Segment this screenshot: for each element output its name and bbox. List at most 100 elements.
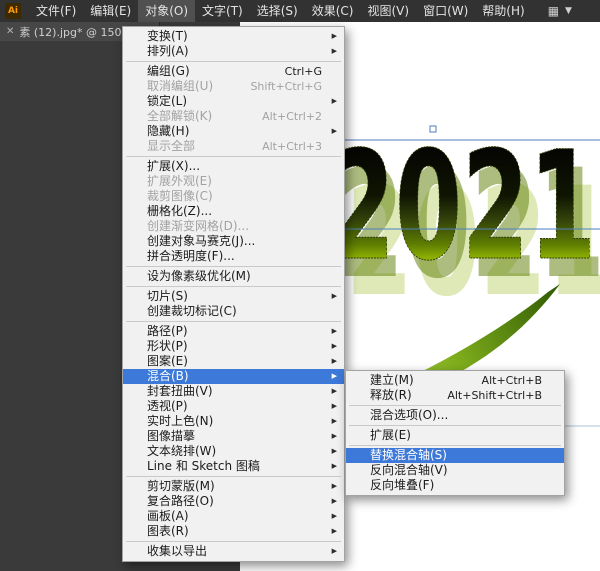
menu-item-shortcut: Alt+Shift+Ctrl+B <box>433 388 542 403</box>
menu-item-slice[interactable]: 切片(S)▶ <box>123 289 344 304</box>
menubar-item-file[interactable]: 文件(F) <box>29 0 83 22</box>
menu-item-lock[interactable]: 锁定(L) ▶ <box>123 94 344 109</box>
menu-item-arrange[interactable]: 排列(A)▶ <box>123 44 344 59</box>
menu-item-text-wrap[interactable]: 文本绕排(W)▶ <box>123 444 344 459</box>
submenu-arrow-icon: ▶ <box>332 479 337 494</box>
menu-separator <box>126 321 341 322</box>
menu-item-shortcut: Alt+Ctrl+2 <box>248 109 322 124</box>
menu-item-label: 替换混合轴(S) <box>370 448 447 463</box>
menu-separator <box>349 425 561 426</box>
menubar-item-select[interactable]: 选择(S) <box>250 0 305 22</box>
menubar-item-edit[interactable]: 编辑(E) <box>83 0 138 22</box>
submenu-arrow-icon: ▶ <box>332 124 337 139</box>
menu-item-label: 透视(P) <box>147 399 188 414</box>
submenu-arrow-icon: ▶ <box>332 324 337 339</box>
menu-item-graph[interactable]: 图表(R)▶ <box>123 524 344 539</box>
menu-item-label: 显示全部 <box>147 139 195 154</box>
menu-item-artboards[interactable]: 画板(A)▶ <box>123 509 344 524</box>
menu-item-line-sketch-art[interactable]: Line 和 Sketch 图稿▶ <box>123 459 344 474</box>
menu-item-shortcut: Ctrl+G <box>271 64 322 79</box>
menubar-item-type[interactable]: 文字(T) <box>195 0 250 22</box>
menu-item-shortcut: Alt+Ctrl+3 <box>248 139 322 154</box>
menu-separator <box>126 476 341 477</box>
menu-item-compound-path[interactable]: 复合路径(O) ▶ <box>123 494 344 509</box>
menubar-item-effect[interactable]: 效果(C) <box>305 0 361 22</box>
menu-item-label: 形状(P) <box>147 339 188 354</box>
menu-item-reverse-spine[interactable]: 反向混合轴(V) <box>346 463 564 478</box>
illustrator-logo-icon: Ai <box>5 3 21 19</box>
menu-separator <box>126 61 341 62</box>
artwork-number-2021: 2021 <box>328 120 596 294</box>
menu-item-make-pixel-perfect[interactable]: 设为像素级优化(M) <box>123 269 344 284</box>
menu-item-shortcut: Alt+Ctrl+B <box>468 373 542 388</box>
menu-item-label: 创建裁切标记(C) <box>147 304 237 319</box>
menu-item-label: 锁定(L) <box>147 94 187 109</box>
submenu-arrow-icon: ▶ <box>332 289 337 304</box>
arrange-documents-icon[interactable]: ▦ <box>548 0 559 22</box>
menu-item-label: 变换(T) <box>147 29 188 44</box>
menu-item-collect-for-export[interactable]: 收集以导出 ▶ <box>123 544 344 559</box>
menu-item-live-paint[interactable]: 实时上色(N)▶ <box>123 414 344 429</box>
close-tab-icon[interactable]: ✕ <box>6 26 14 37</box>
menu-item-transform[interactable]: 变换(T)▶ <box>123 29 344 44</box>
menu-item-expand[interactable]: 扩展(X)... <box>123 159 344 174</box>
menu-item-rasterize[interactable]: 栅格化(Z)... <box>123 204 344 219</box>
menu-item-path[interactable]: 路径(P)▶ <box>123 324 344 339</box>
submenu-arrow-icon: ▶ <box>332 544 337 559</box>
menu-item-label: 复合路径(O) <box>147 494 214 509</box>
selection-handle[interactable] <box>430 126 436 132</box>
chevron-down-icon[interactable]: ▼ <box>565 0 572 22</box>
submenu-arrow-icon: ▶ <box>332 444 337 459</box>
menu-item-create-gradient-mesh: 创建渐变网格(D)... <box>123 219 344 234</box>
submenu-arrow-icon: ▶ <box>332 94 337 109</box>
menu-item-blend[interactable]: 混合(B)▶ <box>123 369 344 384</box>
submenu-arrow-icon: ▶ <box>332 44 337 59</box>
menubar-item-help[interactable]: 帮助(H) <box>475 0 531 22</box>
menu-item-shape[interactable]: 形状(P) ▶ <box>123 339 344 354</box>
menu-item-label: 扩展外观(E) <box>147 174 212 189</box>
menu-item-label: 设为像素级优化(M) <box>147 269 251 284</box>
menu-item-label: Line 和 Sketch 图稿 <box>147 459 260 474</box>
menu-item-expand[interactable]: 扩展(E) <box>346 428 564 443</box>
menu-item-label: 栅格化(Z)... <box>147 204 212 219</box>
menubar-item-view[interactable]: 视图(V) <box>360 0 416 22</box>
menu-item-label: 反向堆叠(F) <box>370 478 434 493</box>
menu-item-label: 扩展(E) <box>370 428 411 443</box>
menu-item-make[interactable]: 建立(M) Alt+Ctrl+B <box>346 373 564 388</box>
menubar-item-window[interactable]: 窗口(W) <box>416 0 475 22</box>
menu-item-label: 隐藏(H) <box>147 124 189 139</box>
menu-item-label: 编组(G) <box>147 64 190 79</box>
menu-item-flatten-transparency[interactable]: 拼合透明度(F)... <box>123 249 344 264</box>
menubar: Ai 文件(F)编辑(E)对象(O)文字(T)选择(S)效果(C)视图(V)窗口… <box>0 0 600 22</box>
menu-item-label: 混合选项(O)... <box>370 408 448 423</box>
submenu-arrow-icon: ▶ <box>332 399 337 414</box>
menu-item-hide[interactable]: 隐藏(H) ▶ <box>123 124 344 139</box>
menu-item-envelope-distort[interactable]: 封套扭曲(V)▶ <box>123 384 344 399</box>
menu-separator <box>126 156 341 157</box>
menu-item-image-trace[interactable]: 图像描摹▶ <box>123 429 344 444</box>
submenu-arrow-icon: ▶ <box>332 384 337 399</box>
menu-item-label: 释放(R) <box>370 388 412 403</box>
submenu-arrow-icon: ▶ <box>332 494 337 509</box>
menu-item-pattern[interactable]: 图案(E)▶ <box>123 354 344 369</box>
menu-item-blend-options[interactable]: 混合选项(O)... <box>346 408 564 423</box>
menu-item-label: 建立(M) <box>370 373 414 388</box>
menu-item-group[interactable]: 编组(G) Ctrl+G <box>123 64 344 79</box>
menu-item-label: 收集以导出 <box>147 544 207 559</box>
menu-item-unlock-all: 全部解锁(K) Alt+Ctrl+2 <box>123 109 344 124</box>
menu-item-reverse-front-to-back[interactable]: 反向堆叠(F) <box>346 478 564 493</box>
submenu-arrow-icon: ▶ <box>332 339 337 354</box>
menu-item-ungroup: 取消编组(U)Shift+Ctrl+G <box>123 79 344 94</box>
menu-item-create-object-mosaic[interactable]: 创建对象马赛克(J)... <box>123 234 344 249</box>
menu-item-label: 取消编组(U) <box>147 79 213 94</box>
menubar-item-object[interactable]: 对象(O) <box>138 0 195 22</box>
menu-item-release[interactable]: 释放(R) Alt+Shift+Ctrl+B <box>346 388 564 403</box>
menu-item-label: 混合(B) <box>147 369 189 384</box>
menu-item-label: 拼合透明度(F)... <box>147 249 235 264</box>
menu-item-perspective[interactable]: 透视(P) ▶ <box>123 399 344 414</box>
menu-item-create-trim-marks[interactable]: 创建裁切标记(C) <box>123 304 344 319</box>
menu-item-crop-image: 裁剪图像(C) <box>123 189 344 204</box>
menu-item-clipping-mask[interactable]: 剪切蒙版(M)▶ <box>123 479 344 494</box>
menu-item-label: 全部解锁(K) <box>147 109 212 124</box>
menu-item-replace-spine[interactable]: 替换混合轴(S) <box>346 448 564 463</box>
